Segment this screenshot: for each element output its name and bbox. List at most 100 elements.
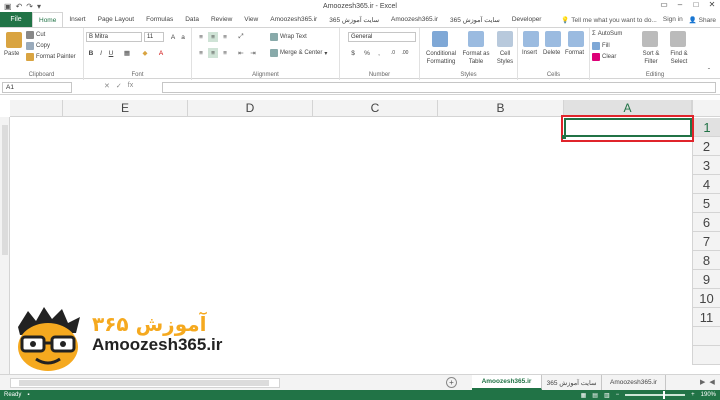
- cut-button[interactable]: Cut: [26, 31, 45, 39]
- zoom-out-icon[interactable]: −: [616, 392, 620, 398]
- find-select-button[interactable]: Find & Select: [664, 50, 694, 66]
- italic-icon[interactable]: I: [96, 48, 106, 58]
- tab-custom-1[interactable]: Amoozesh365.ir: [264, 12, 323, 27]
- tab-data[interactable]: Data: [179, 12, 205, 27]
- page-layout-view-icon[interactable]: ▤: [592, 392, 598, 399]
- font-color-icon[interactable]: A: [156, 48, 166, 58]
- cell-styles-button[interactable]: Cell Styles: [494, 50, 516, 66]
- zoom-slider[interactable]: [625, 391, 686, 399]
- format-as-table-button[interactable]: Format as Table: [460, 50, 492, 66]
- format-button[interactable]: Format: [565, 50, 584, 56]
- row-header-5[interactable]: 5: [692, 194, 720, 213]
- column-header-b[interactable]: B: [438, 100, 564, 117]
- number-format-select[interactable]: General: [348, 32, 416, 42]
- horizontal-scroll-thumb[interactable]: [19, 380, 269, 386]
- enter-icon[interactable]: ✓: [116, 82, 122, 90]
- cancel-icon[interactable]: ✕: [104, 82, 110, 90]
- fill-button[interactable]: Fill: [592, 42, 610, 50]
- row-header-6[interactable]: 6: [692, 213, 720, 232]
- comma-icon[interactable]: ,: [374, 48, 384, 58]
- sheet-tab-3[interactable]: Amoozesh365.ir: [602, 375, 666, 390]
- orientation-icon[interactable]: ⤢: [236, 32, 246, 42]
- zoom-level[interactable]: 190%: [701, 392, 716, 398]
- underline-icon[interactable]: U: [106, 48, 116, 58]
- grow-font-icon[interactable]: A: [168, 32, 178, 42]
- tab-custom-3[interactable]: Amoozesh365.ir: [385, 12, 444, 27]
- wrap-text-button[interactable]: Wrap Text: [270, 33, 307, 41]
- clear-button[interactable]: Clear: [592, 53, 616, 61]
- align-center-icon[interactable]: ≡: [208, 48, 218, 58]
- align-top-icon[interactable]: ≡: [196, 32, 206, 42]
- fill-handle[interactable]: [562, 135, 566, 139]
- share-button[interactable]: 👤 Share: [689, 16, 716, 24]
- macro-record-icon[interactable]: ▪: [27, 392, 29, 398]
- tab-custom-2[interactable]: سایت آموزش 365: [323, 12, 385, 27]
- decrease-decimal-icon[interactable]: .00: [400, 48, 410, 58]
- row-header-11[interactable]: 11: [692, 308, 720, 327]
- tab-page-layout[interactable]: Page Layout: [92, 12, 141, 27]
- row-header-1[interactable]: 1: [692, 118, 720, 137]
- minimize-icon[interactable]: –: [672, 0, 688, 9]
- tell-me-box[interactable]: 💡 Tell me what you want to do...: [561, 16, 656, 24]
- undo-icon[interactable]: ↶: [16, 2, 23, 11]
- tab-insert[interactable]: Insert: [63, 12, 91, 27]
- save-icon[interactable]: ▣: [4, 2, 12, 11]
- formula-input[interactable]: [162, 82, 716, 93]
- insert-button[interactable]: Insert: [522, 50, 537, 56]
- align-bottom-icon[interactable]: ≡: [220, 32, 230, 42]
- align-left-icon[interactable]: ≡: [196, 48, 206, 58]
- tab-view[interactable]: View: [238, 12, 264, 27]
- fill-color-icon[interactable]: ◆: [140, 48, 150, 58]
- percent-icon[interactable]: %: [362, 48, 372, 58]
- row-header-9[interactable]: 9: [692, 270, 720, 289]
- row-header-10[interactable]: 10: [692, 289, 720, 308]
- row-header-4[interactable]: 4: [692, 175, 720, 194]
- vertical-scroll-thumb[interactable]: [2, 125, 8, 255]
- conditional-formatting-button[interactable]: Conditional Formatting: [422, 50, 460, 66]
- row-header-12[interactable]: [692, 327, 720, 346]
- zoom-in-icon[interactable]: +: [691, 392, 695, 398]
- sort-filter-button[interactable]: Sort & Filter: [638, 50, 664, 66]
- close-icon[interactable]: ✕: [704, 0, 720, 9]
- row-header-2[interactable]: 2: [692, 137, 720, 156]
- page-break-view-icon[interactable]: ▥: [604, 392, 610, 399]
- add-sheet-icon[interactable]: +: [446, 377, 457, 388]
- bold-icon[interactable]: B: [86, 48, 96, 58]
- insert-function-icon[interactable]: fx: [128, 82, 133, 90]
- customize-qat-icon[interactable]: ▾: [37, 2, 41, 11]
- delete-button[interactable]: Delete: [543, 50, 560, 56]
- normal-view-icon[interactable]: ▦: [581, 392, 587, 399]
- align-right-icon[interactable]: ≡: [220, 48, 230, 58]
- font-size-select[interactable]: 11: [144, 32, 164, 42]
- decrease-indent-icon[interactable]: ⇤: [236, 48, 246, 58]
- redo-icon[interactable]: ↷: [26, 2, 33, 11]
- maximize-icon[interactable]: □: [688, 0, 704, 9]
- sheet-next-icon[interactable]: ▶: [700, 378, 705, 386]
- column-header-c[interactable]: C: [313, 100, 438, 117]
- align-middle-icon[interactable]: ≡: [208, 32, 218, 42]
- row-header-13[interactable]: [692, 346, 720, 365]
- column-header-d[interactable]: D: [188, 100, 313, 117]
- tab-review[interactable]: Review: [205, 12, 238, 27]
- copy-button[interactable]: Copy: [26, 42, 50, 50]
- column-header-e[interactable]: E: [63, 100, 188, 117]
- font-name-select[interactable]: B Mitra: [86, 32, 142, 42]
- tab-developer[interactable]: Developer: [506, 12, 548, 27]
- row-header-8[interactable]: 8: [692, 251, 720, 270]
- paste-button[interactable]: Paste: [4, 51, 19, 57]
- row-header-3[interactable]: 3: [692, 156, 720, 175]
- sheet-tab-2[interactable]: سایت آموزش 365: [542, 375, 602, 390]
- increase-decimal-icon[interactable]: .0: [388, 48, 398, 58]
- tab-home[interactable]: Home: [32, 12, 64, 27]
- sheet-tab-1[interactable]: Amoozesh365.ir: [472, 375, 542, 390]
- vertical-scrollbar[interactable]: [0, 117, 10, 374]
- shrink-font-icon[interactable]: a: [178, 32, 188, 42]
- sign-in-link[interactable]: Sign in: [663, 16, 683, 23]
- tab-file[interactable]: File: [0, 12, 32, 27]
- name-box[interactable]: A1: [2, 82, 72, 93]
- increase-indent-icon[interactable]: ⇥: [248, 48, 258, 58]
- borders-icon[interactable]: ▦: [122, 48, 132, 58]
- ribbon-display-icon[interactable]: ▭: [656, 0, 672, 9]
- merge-center-button[interactable]: Merge & Center ▾: [270, 49, 327, 57]
- currency-icon[interactable]: $: [348, 48, 358, 58]
